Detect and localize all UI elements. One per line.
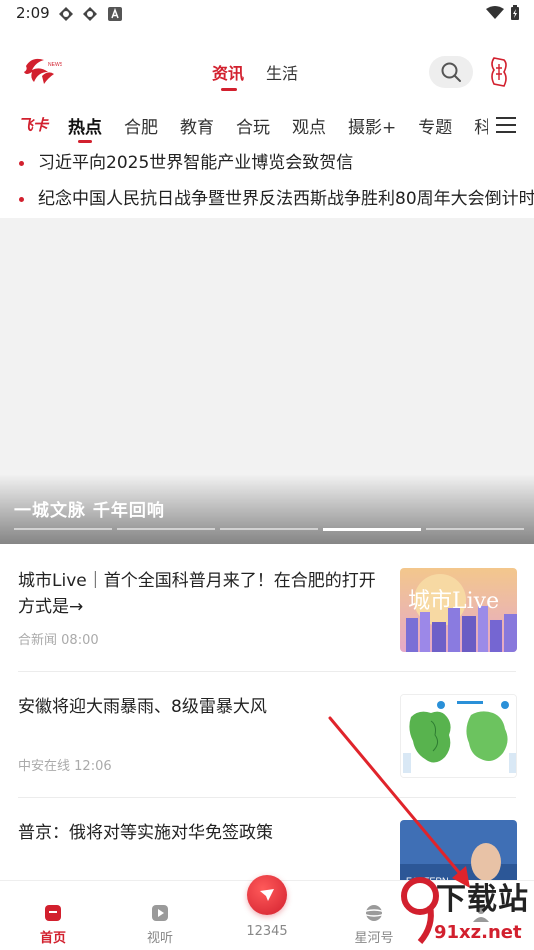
nav-media[interactable]: 视听 [120, 889, 200, 946]
weather-map-image [401, 695, 516, 777]
carousel-indicator-active [323, 528, 421, 531]
primary-tabs: 资讯 生活 [212, 60, 298, 91]
nav-label: 星河号 [354, 931, 394, 946]
news-card[interactable]: 安徽将迎大雨暴雨、8级雷暴大风 中安在线 12:06 [18, 672, 517, 798]
carousel-indicator [220, 528, 318, 530]
carousel-indicator [426, 528, 524, 530]
tab-hefei[interactable]: 合肥 [124, 113, 158, 138]
news-source: 合新闻 [18, 633, 58, 648]
top-header: NEWS 资讯 生活 [0, 44, 534, 100]
carousel-indicators [14, 528, 524, 531]
notification-a-icon [108, 7, 122, 21]
tab-hewan[interactable]: 合玩 [236, 113, 270, 138]
news-title: 城市Live｜首个全国科普月来了！在合肥的打开方式是→ [18, 571, 376, 617]
channel-tabs: 飞卡 热点 合肥 教育 合玩 观点 摄影+ 专题 科 [0, 108, 534, 144]
tab-education[interactable]: 教育 [180, 113, 214, 138]
home-icon [45, 905, 61, 921]
svg-text:NEWS: NEWS [48, 62, 62, 68]
bullet-dot [19, 161, 24, 166]
banner-carousel[interactable]: 一城文脉 千年回响 [0, 218, 534, 544]
watermark-title: 下载站 [436, 882, 529, 917]
city-live-image: 城市Live [400, 568, 517, 652]
app-icon-b [83, 7, 97, 21]
banner-caption: 一城文脉 千年回响 [14, 501, 165, 521]
news-card[interactable]: 城市Live｜首个全国科普月来了！在合肥的打开方式是→ 合新闻 08:00 城市… [18, 546, 517, 672]
watermark-url: 91xz.net [434, 922, 522, 943]
nav-label: 视听 [146, 931, 173, 946]
status-bar: 2:09 [0, 0, 534, 30]
tab-topics[interactable]: 专题 [418, 113, 452, 138]
headline-text: 习近平向2025世界智能产业博览会致贺信 [38, 153, 354, 173]
hefei-news-logo[interactable]: NEWS [18, 48, 62, 92]
bullet-dot [19, 197, 24, 202]
news-thumbnail [400, 694, 517, 778]
app-icon-a [59, 7, 73, 21]
nav-hotline-label[interactable]: 12345 [227, 924, 307, 939]
news-title: 普京：俄将对等实施对华免签政策 [18, 823, 273, 843]
news-source: 中安在线 [18, 759, 71, 774]
tab-news[interactable]: 资讯 [212, 60, 244, 91]
search-icon [441, 62, 461, 82]
news-time: 08:00 [61, 633, 99, 648]
headline-item[interactable]: 纪念中国人民抗日战争暨世界反法西斯战争胜利80周年大会倒计时 [0, 184, 534, 220]
carousel-indicator [117, 528, 215, 530]
battery-icon [511, 5, 519, 20]
site-watermark: 下载站 91xz.net [401, 870, 534, 950]
headline-ticker: 习近平向2025世界智能产业博览会致贺信 纪念中国人民抗日战争暨世界反法西斯战争… [0, 148, 534, 220]
headline-item[interactable]: 习近平向2025世界智能产业博览会致贺信 [0, 148, 534, 184]
nav-label: 首页 [39, 931, 66, 946]
news-meta: 合新闻 08:00 [18, 629, 99, 648]
thumb-text: 城市Live [408, 589, 499, 614]
carousel-indicator [14, 528, 112, 530]
play-icon [152, 905, 168, 921]
news-time: 12:06 [74, 759, 112, 774]
news-meta: 中安在线 12:06 [18, 755, 112, 774]
tab-opinion[interactable]: 观点 [292, 113, 326, 138]
planet-icon [364, 905, 384, 921]
news-list: 城市Live｜首个全国科普月来了！在合肥的打开方式是→ 合新闻 08:00 城市… [0, 546, 534, 924]
tab-science[interactable]: 科 [474, 113, 488, 138]
menu-icon[interactable] [496, 116, 516, 134]
headline-text: 纪念中国人民抗日战争暨世界反法西斯战争胜利80周年大会倒计时 [38, 189, 534, 209]
wifi-icon [486, 6, 504, 19]
hotline-icon [260, 889, 274, 901]
news-thumbnail: 城市Live [400, 568, 517, 652]
tab-hot[interactable]: 热点 [68, 113, 102, 143]
hefei-badge-icon[interactable] [488, 56, 510, 88]
news-title: 安徽将迎大雨暴雨、8级雷暴大风 [18, 697, 267, 717]
tab-life[interactable]: 生活 [266, 60, 298, 84]
feika-entry[interactable]: 飞卡 [18, 114, 48, 135]
status-time: 2:09 [16, 4, 50, 22]
hotline-fab[interactable] [247, 875, 287, 915]
search-button[interactable] [429, 56, 473, 88]
nav-home[interactable]: 首页 [13, 889, 93, 946]
tab-photo[interactable]: 摄影+ [348, 113, 396, 138]
